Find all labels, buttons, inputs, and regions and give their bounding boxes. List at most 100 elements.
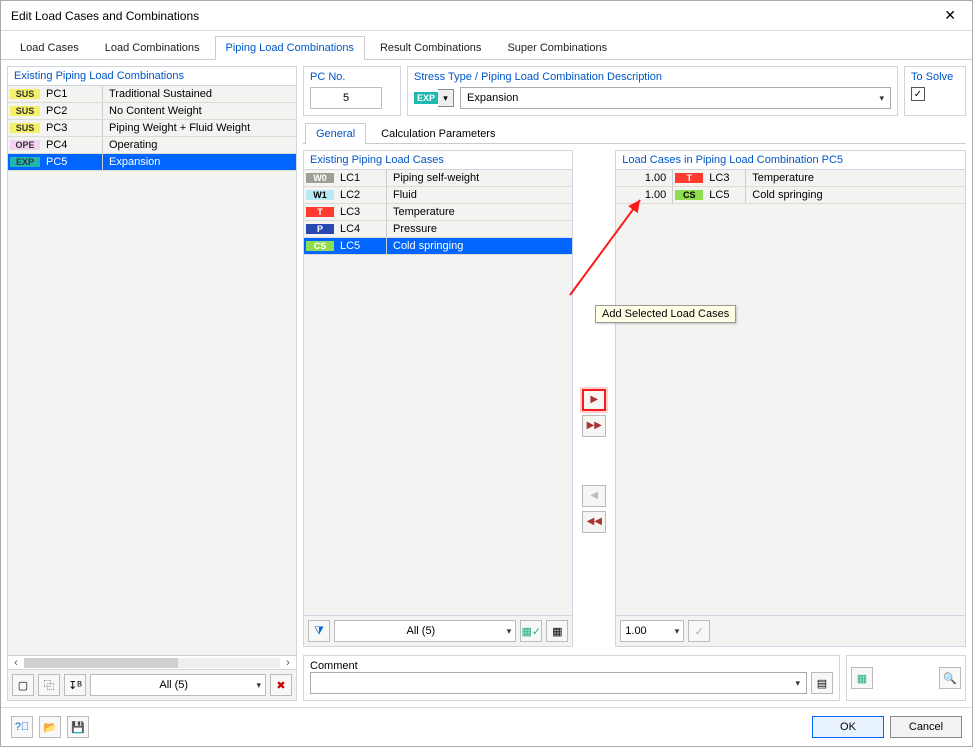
save-button[interactable]: 💾 (67, 716, 89, 738)
chevron-down-icon: ▾ (795, 678, 800, 689)
mid-row: Existing Piping Load Cases W0 LC1 Piping… (303, 150, 966, 649)
h-scrollbar[interactable]: ‹ › (8, 655, 296, 669)
existing-lc-title: Existing Piping Load Cases (304, 151, 572, 170)
remove-all-button[interactable]: ◀◀ (582, 511, 606, 533)
tosolve-group: To Solve ✓ (904, 66, 966, 116)
stress-type-select[interactable]: EXP ▾ (414, 88, 454, 108)
existing-lc-toolbar: ⧩ All (5) ▾ ▦✓ ▦ (304, 615, 572, 646)
ok-button[interactable]: OK (812, 716, 884, 738)
apply-button[interactable]: ▦ (851, 667, 873, 689)
lc-tag-cs: CS (306, 241, 334, 251)
right-panel: PC No. Stress Type / Piping Load Combina… (303, 66, 966, 701)
lc-tag-p: P (306, 224, 334, 234)
lc-desc: Piping self-weight (387, 172, 572, 184)
pc-desc: No Content Weight (103, 105, 296, 117)
pc-tag-sus: SUS (10, 106, 40, 116)
add-selected-button[interactable]: ▶ (582, 389, 606, 411)
pc-tag-ope: OPE (10, 140, 40, 150)
lc-code: LC3 (705, 172, 745, 184)
tab-super-combinations[interactable]: Super Combinations (496, 36, 618, 60)
transfer-buttons: ▶ ▶▶ ◀ ◀◀ (579, 150, 609, 647)
pc-code: PC5 (42, 156, 102, 168)
included-lc-list[interactable]: 1.00 T LC3 Temperature 1.00 CS LC5 (616, 170, 965, 615)
comment-input[interactable]: ▾ (310, 672, 807, 694)
stress-group: Stress Type / Piping Load Combination De… (407, 66, 898, 116)
subtab-calc-params[interactable]: Calculation Parameters (370, 123, 506, 144)
remove-selected-button[interactable]: ◀ (582, 485, 606, 507)
factor-select[interactable]: 1.00 ▾ (620, 620, 684, 642)
stress-label: Stress Type / Piping Load Combination De… (414, 71, 891, 83)
open-button[interactable]: 📂 (39, 716, 61, 738)
lc-row[interactable]: 1.00 CS LC5 Cold springing (616, 187, 965, 204)
tab-load-cases[interactable]: Load Cases (9, 36, 90, 60)
lc-row[interactable]: T LC3 Temperature (304, 204, 572, 221)
comment-library-button[interactable]: ▤ (811, 672, 833, 694)
tab-load-combinations[interactable]: Load Combinations (94, 36, 211, 60)
pcno-input[interactable] (310, 87, 382, 109)
lc-row[interactable]: W1 LC2 Fluid (304, 187, 572, 204)
deselect-all-button[interactable]: ▦ (546, 620, 568, 642)
stress-desc-value: Expansion (467, 92, 518, 104)
help-button[interactable]: ?⃝ (11, 716, 33, 738)
details-button[interactable]: 🔍 (939, 667, 961, 689)
lc-desc: Temperature (746, 172, 965, 184)
main-tabs: Load Cases Load Combinations Piping Load… (1, 31, 972, 60)
chevron-down-icon: ▾ (256, 680, 261, 691)
lc-factor: 1.00 (616, 172, 672, 184)
scroll-left-icon[interactable]: ‹ (8, 657, 24, 669)
add-all-button[interactable]: ▶▶ (582, 415, 606, 437)
scroll-track[interactable] (24, 658, 280, 668)
apply-factor-button[interactable]: ✓ (688, 620, 710, 642)
lc-tag-cs: CS (675, 190, 703, 200)
pc-row[interactable]: SUS PC3 Piping Weight + Fluid Weight (8, 120, 296, 137)
copy-pc-button[interactable]: ⿻ (38, 674, 60, 696)
filter-button[interactable]: ⧩ (308, 620, 330, 642)
chevron-down-icon: ▾ (675, 626, 680, 637)
stress-desc-input[interactable]: Expansion ▾ (460, 87, 891, 109)
pc-desc: Expansion (103, 156, 296, 168)
subtab-general[interactable]: General (305, 123, 366, 144)
lc-row[interactable]: W0 LC1 Piping self-weight (304, 170, 572, 187)
lc-tag-w1: W1 (306, 190, 334, 200)
tosolve-checkbox[interactable]: ✓ (911, 87, 925, 101)
pc-row[interactable]: EXP PC5 Expansion (8, 154, 296, 171)
cancel-button[interactable]: Cancel (890, 716, 962, 738)
lc-row[interactable]: 1.00 T LC3 Temperature (616, 170, 965, 187)
footer-left-tools: ?⃝ 📂 💾 (11, 716, 89, 738)
pc-filter-select[interactable]: All (5) ▾ (90, 674, 266, 696)
lc-desc: Temperature (387, 206, 572, 218)
sub-tabs: General Calculation Parameters (303, 122, 966, 144)
comment-row: Comment ▾ ▤ ▦ 🔍 (303, 655, 966, 701)
pc-list[interactable]: SUS PC1 Traditional Sustained SUS PC2 No… (8, 86, 296, 655)
delete-pc-button[interactable]: ✖ (270, 674, 292, 696)
lc-row[interactable]: P LC4 Pressure (304, 221, 572, 238)
sort-pc-button[interactable]: ↧ᴮ (64, 674, 86, 696)
existing-lc-list[interactable]: W0 LC1 Piping self-weight W1 LC2 Fluid (304, 170, 572, 615)
scroll-right-icon[interactable]: › (280, 657, 296, 669)
tab-result-combinations[interactable]: Result Combinations (369, 36, 493, 60)
chevron-down-icon: ▾ (879, 93, 884, 104)
lc-row[interactable]: CS LC5 Cold springing (304, 238, 572, 255)
pc-desc: Piping Weight + Fluid Weight (103, 122, 296, 134)
scroll-thumb[interactable] (24, 658, 178, 668)
pc-row[interactable]: OPE PC4 Operating (8, 137, 296, 154)
select-all-button[interactable]: ▦✓ (520, 620, 542, 642)
lc-code: LC5 (336, 240, 386, 252)
top-row: PC No. Stress Type / Piping Load Combina… (303, 66, 966, 116)
dialog-footer: ?⃝ 📂 💾 OK Cancel (1, 707, 972, 746)
new-pc-button[interactable]: ▢ (12, 674, 34, 696)
comment-label: Comment (310, 660, 833, 672)
pc-row[interactable]: SUS PC1 Traditional Sustained (8, 86, 296, 103)
pc-row[interactable]: SUS PC2 No Content Weight (8, 103, 296, 120)
pcno-label: PC No. (310, 71, 394, 83)
tab-piping-load-combinations[interactable]: Piping Load Combinations (215, 36, 365, 60)
included-lc-title: Load Cases in Piping Load Combination PC… (616, 151, 965, 170)
lc-factor: 1.00 (616, 189, 672, 201)
pc-tag-exp: EXP (10, 157, 40, 167)
included-lc-panel: Load Cases in Piping Load Combination PC… (615, 150, 966, 647)
tosolve-label: To Solve (911, 71, 959, 83)
existing-lc-filter-select[interactable]: All (5) ▾ (334, 620, 516, 642)
pc-toolbar: ▢ ⿻ ↧ᴮ All (5) ▾ ✖ (8, 669, 296, 700)
divider (672, 187, 673, 203)
close-icon[interactable]: ✕ (938, 7, 962, 24)
